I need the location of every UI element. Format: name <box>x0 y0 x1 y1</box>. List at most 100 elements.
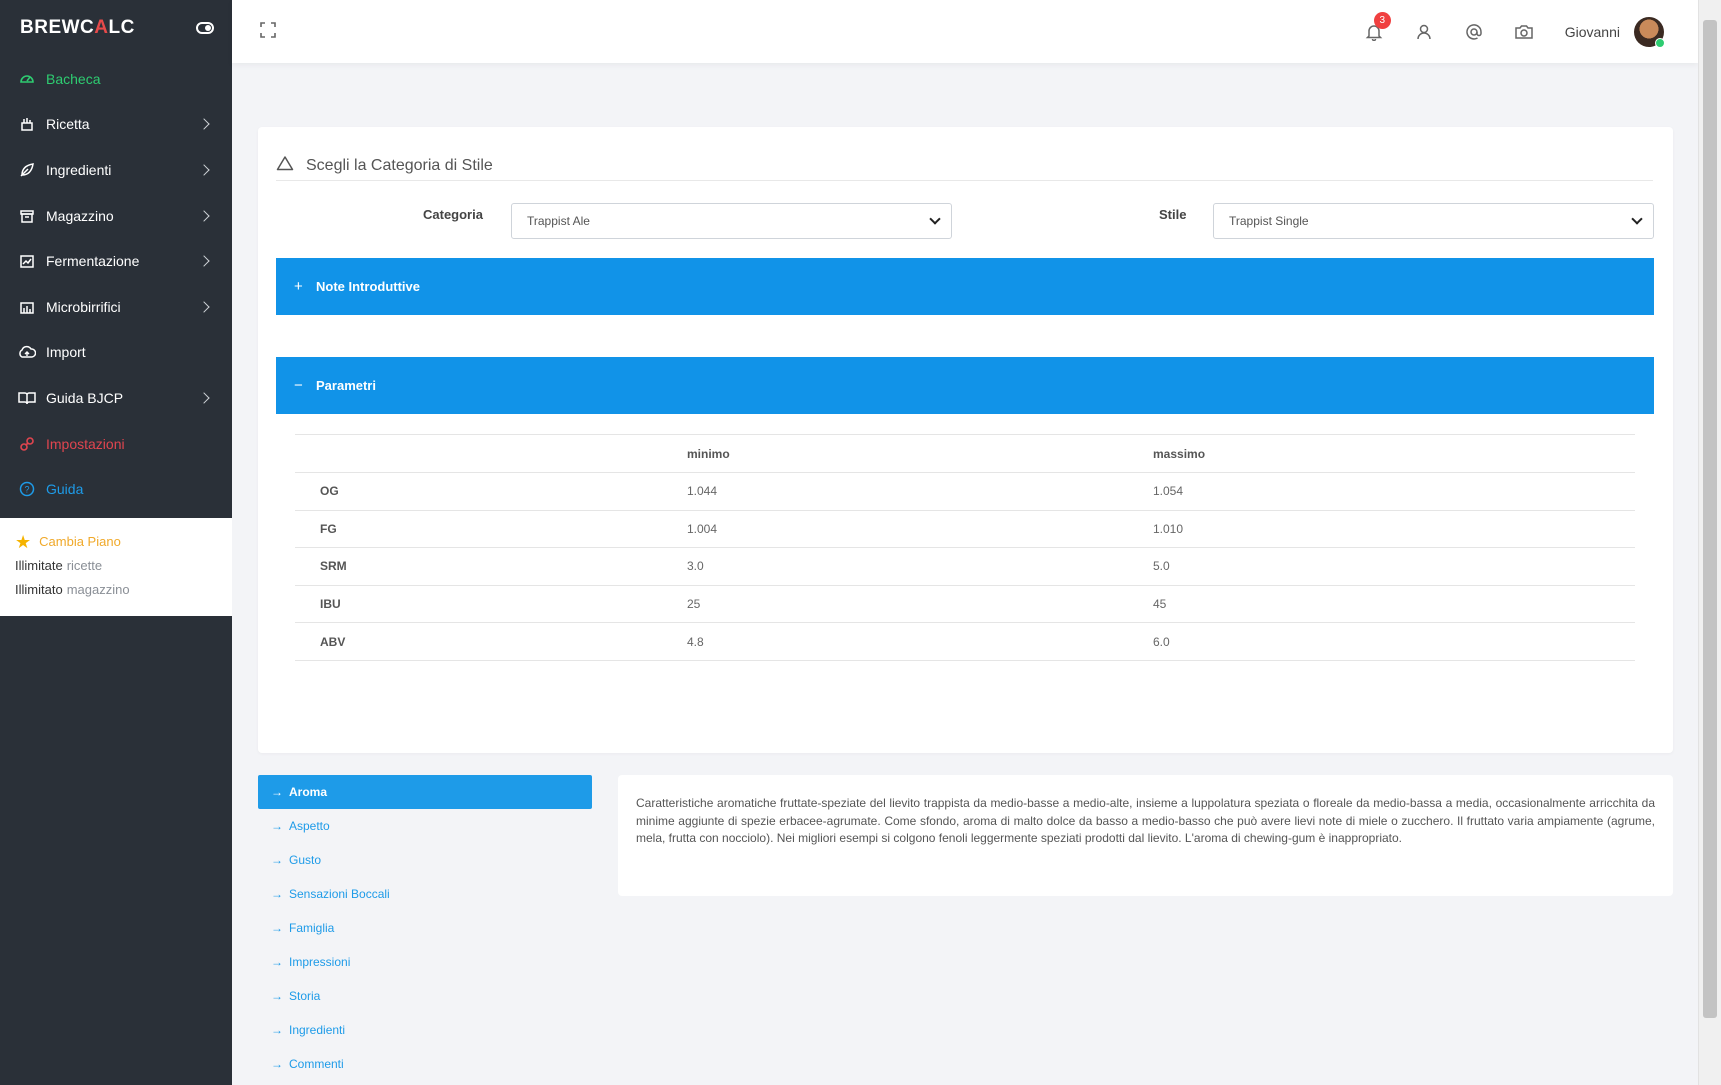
chevron-right-icon <box>198 118 210 131</box>
sidebar-item-guida-bjcp[interactable]: Guida BJCP <box>0 375 232 421</box>
fermentation-icon <box>18 252 36 270</box>
sidebar-item-import[interactable]: Import <box>0 330 232 376</box>
chevron-right-icon <box>198 164 210 176</box>
tab-sensazioni-boccali[interactable]: → Sensazioni Boccali <box>258 877 592 911</box>
topbar: 3 Giovanni <box>232 0 1698 63</box>
accordion-note-introduttive[interactable]: + Note Introduttive <box>276 258 1654 315</box>
notification-badge: 3 <box>1373 11 1391 29</box>
minus-icon: − <box>294 377 303 394</box>
table-row: IBU 25 45 <box>295 585 1635 624</box>
tab-aspetto[interactable]: → Aspetto <box>258 809 592 843</box>
plan-recipes-info: Illimitate ricette <box>15 557 103 573</box>
sidebar-item-ricetta[interactable]: Ricetta <box>0 102 232 148</box>
sidebar-item-bacheca[interactable]: Bacheca <box>0 56 232 102</box>
username[interactable]: Giovanni <box>1565 24 1620 40</box>
tab-description-text: Caratteristiche aromatiche fruttate-spez… <box>618 775 1673 896</box>
sidebar-item-label: Fermentazione <box>46 253 140 270</box>
cloud-upload-icon <box>18 343 36 361</box>
plan-warehouse-info: Illimitato magazzino <box>15 581 130 597</box>
tab-impressioni[interactable]: → Impressioni <box>258 945 592 979</box>
arrow-right-icon: → <box>271 989 283 1003</box>
chevron-right-icon <box>198 301 210 313</box>
chevron-right-icon <box>198 255 210 267</box>
sidebar-item-label: Bacheca <box>46 70 101 87</box>
warning-triangle-icon <box>276 155 294 176</box>
chevron-down-icon <box>929 213 941 225</box>
chevron-right-icon <box>198 392 210 404</box>
plan-box: ★ Cambia Piano Illimitate ricette Illimi… <box>0 517 232 616</box>
user-icon[interactable] <box>1413 21 1435 43</box>
description-tabs: → Aroma → Aspetto → Gusto → Sensazioni B… <box>258 775 592 1081</box>
style-label: Stile <box>1159 207 1187 222</box>
category-label: Categoria <box>423 207 483 222</box>
arrow-right-icon: → <box>271 785 283 799</box>
scrollbar-thumb[interactable] <box>1703 20 1717 1018</box>
arrow-right-icon: → <box>271 955 283 969</box>
book-icon <box>18 389 36 407</box>
brewery-icon <box>18 298 36 316</box>
parameters-table: minimo massimo OG 1.044 1.054 FG 1.004 1… <box>295 434 1635 661</box>
tab-famiglia[interactable]: → Famiglia <box>258 911 592 945</box>
leaf-icon <box>18 161 36 179</box>
sidebar-item-impostazioni[interactable]: Impostazioni <box>0 421 232 467</box>
page-scrollbar[interactable] <box>1698 0 1721 1085</box>
style-card: Scegli la Categoria di Stile Categoria T… <box>258 127 1673 753</box>
sidebar-item-label: Guida <box>46 481 84 498</box>
sidebar-toggle-icon[interactable] <box>196 22 214 34</box>
fullscreen-icon[interactable] <box>260 22 276 38</box>
star-icon: ★ <box>15 531 32 552</box>
card-header: Scegli la Categoria di Stile <box>276 151 1653 181</box>
at-sign-icon[interactable] <box>1463 21 1485 43</box>
sidebar-item-label: Guida BJCP <box>46 389 124 406</box>
arrow-right-icon: → <box>271 853 283 867</box>
sidebar-item-label: Ricetta <box>46 116 90 133</box>
brand-header: BREWCALC <box>0 0 232 56</box>
sidebar-item-label: Impostazioni <box>46 435 125 452</box>
arrow-right-icon: → <box>271 1023 283 1037</box>
column-header-min: minimo <box>687 434 1153 473</box>
svg-text:?: ? <box>24 485 29 495</box>
sidebar-item-ingredienti[interactable]: Ingredienti <box>0 147 232 193</box>
tab-storia[interactable]: → Storia <box>258 979 592 1013</box>
style-form: Categoria Trappist Ale Stile Trappist Si… <box>258 203 1673 243</box>
avatar[interactable] <box>1634 16 1665 48</box>
change-plan-link[interactable]: ★ Cambia Piano <box>15 530 217 554</box>
page-title: Scegli la Categoria di Stile <box>306 156 493 174</box>
sidebar: BREWCALC Bacheca Ricetta Ingredienti Mag… <box>0 0 232 1085</box>
table-row: SRM 3.0 5.0 <box>295 547 1635 586</box>
tab-gusto[interactable]: → Gusto <box>258 843 592 877</box>
chevron-down-icon <box>1631 213 1643 225</box>
sidebar-item-microbirrifici[interactable]: Microbirrifici <box>0 284 232 330</box>
table-header-row: minimo massimo <box>295 434 1635 473</box>
tab-ingredienti[interactable]: → Ingredienti <box>258 1013 592 1047</box>
sidebar-menu: Bacheca Ricetta Ingredienti Magazzino Fe… <box>0 56 232 512</box>
arrow-right-icon: → <box>271 819 283 833</box>
chevron-right-icon <box>198 209 210 222</box>
category-select[interactable]: Trappist Ale <box>511 203 952 239</box>
help-icon: ? <box>18 480 36 498</box>
sidebar-item-magazzino[interactable]: Magazzino <box>0 193 232 239</box>
tab-commenti[interactable]: → Commenti <box>258 1047 592 1081</box>
accordion-parametri[interactable]: − Parametri <box>276 357 1654 414</box>
arrow-right-icon: → <box>271 887 283 901</box>
tab-aroma[interactable]: → Aroma <box>258 775 592 809</box>
table-row: OG 1.044 1.054 <box>295 472 1635 511</box>
link-icon <box>18 435 36 453</box>
sidebar-item-label: Magazzino <box>46 207 114 224</box>
recipe-icon <box>18 115 36 133</box>
notifications-icon[interactable]: 3 <box>1363 11 1391 43</box>
column-header <box>295 434 687 473</box>
style-select[interactable]: Trappist Single <box>1213 203 1654 239</box>
plus-icon: + <box>294 278 303 295</box>
sidebar-item-guida[interactable]: ? Guida <box>0 466 232 512</box>
brand-logo[interactable]: BREWCALC <box>20 17 135 39</box>
sidebar-item-label: Import <box>46 344 86 361</box>
camera-icon[interactable] <box>1513 21 1535 43</box>
warehouse-icon <box>18 207 36 225</box>
column-header-max: massimo <box>1153 434 1635 473</box>
arrow-right-icon: → <box>271 1057 283 1071</box>
sidebar-item-fermentazione[interactable]: Fermentazione <box>0 238 232 284</box>
topbar-actions: 3 Giovanni <box>1335 0 1665 63</box>
table-row: ABV 4.8 6.0 <box>295 622 1635 661</box>
table-row: FG 1.004 1.010 <box>295 510 1635 549</box>
